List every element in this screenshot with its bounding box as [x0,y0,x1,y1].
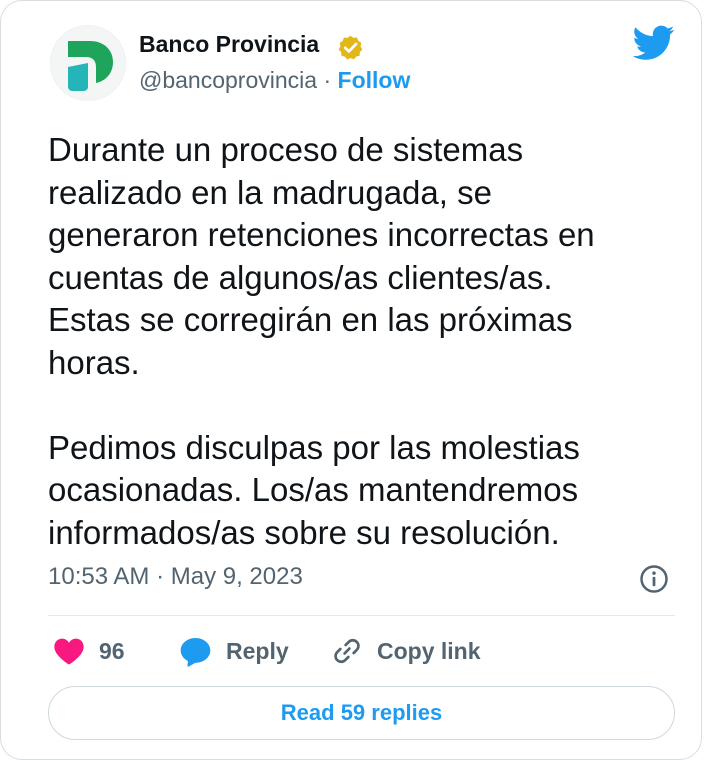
read-replies-label: Read 59 replies [280,700,443,725]
avatar[interactable] [50,25,126,101]
author-name[interactable]: Banco Provincia [139,31,319,58]
heart-icon [54,638,84,665]
verified-badge-icon [338,35,363,60]
speech-bubble-icon [180,637,211,667]
divider [48,615,675,616]
tweet-timestamp[interactable]: 10:53 AM · May 9, 2023 [48,563,303,591]
handle-row: @bancoprovincia · Follow [139,67,410,94]
banco-provincia-logo-icon [68,41,113,91]
reply-button[interactable]: Reply [179,633,289,669]
handle-separator: · [317,67,338,93]
like-count: 96 [99,637,125,664]
link-icon [334,638,360,664]
reply-label: Reply [226,637,289,664]
tweet-card: Banco Provincia @bancoprovincia · Follow… [0,0,702,760]
tweet-text: Durante un proceso de sistemas realizado… [48,131,595,551]
author-handle[interactable]: @bancoprovincia [139,67,317,93]
copy-link-button[interactable]: Copy link [331,633,481,669]
twitter-bird-icon[interactable] [633,25,675,61]
follow-button[interactable]: Follow [338,67,411,93]
read-replies-button[interactable]: Read 59 replies [48,686,675,740]
info-icon[interactable] [639,564,669,594]
copy-link-label: Copy link [377,637,481,664]
like-button[interactable]: 96 [53,633,125,669]
